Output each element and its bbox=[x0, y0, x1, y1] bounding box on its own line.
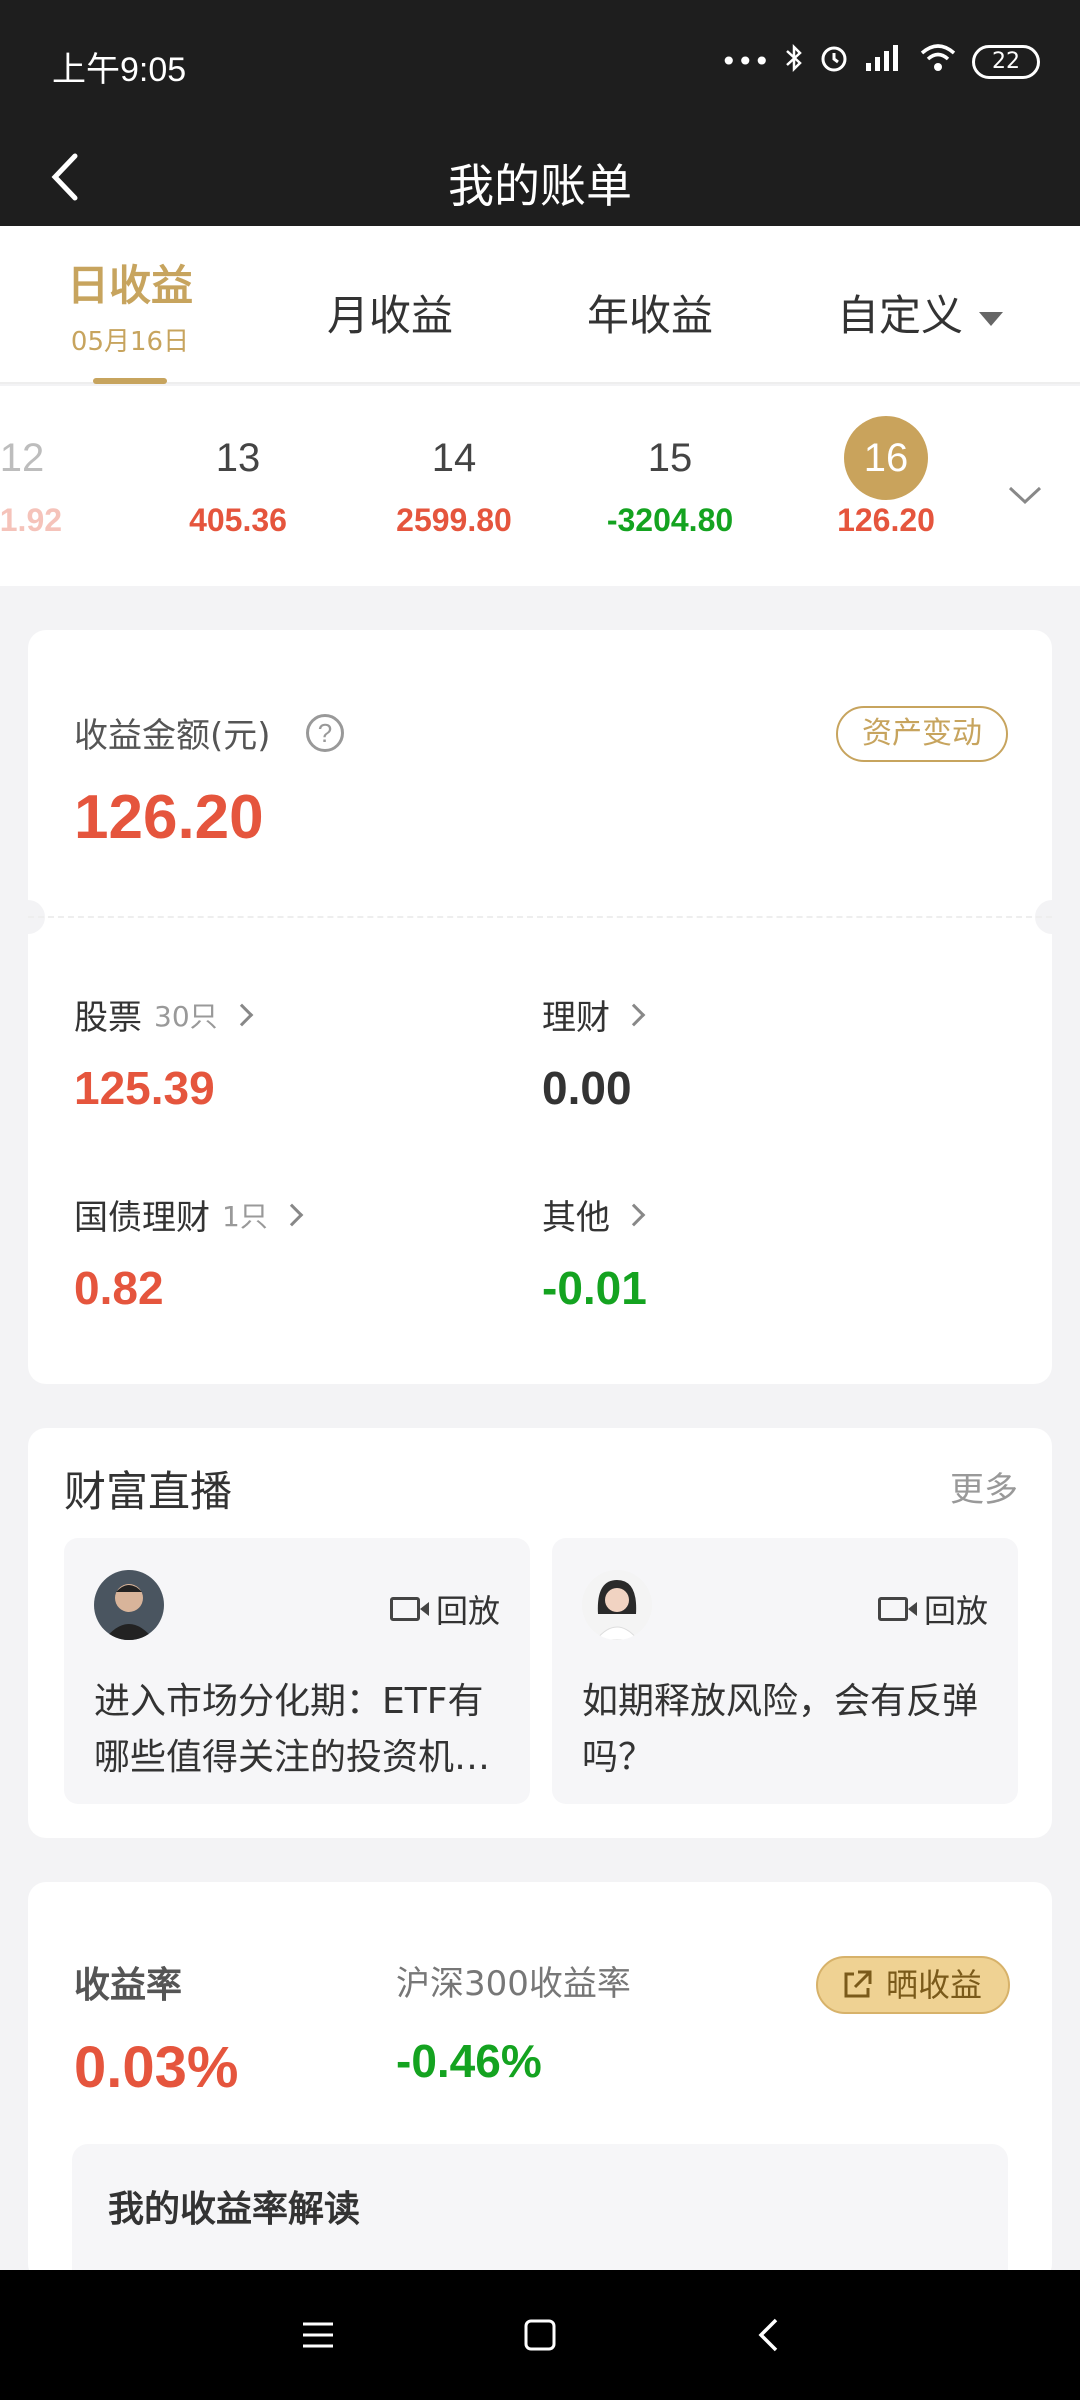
status-time: 上午9:05 bbox=[52, 51, 187, 89]
share-earnings-button[interactable]: 晒收益 bbox=[815, 1956, 1010, 2014]
category-name: 理财 bbox=[542, 998, 610, 1038]
avatar bbox=[582, 1570, 652, 1640]
date-value: 2599.80 bbox=[396, 502, 512, 538]
home-button[interactable] bbox=[510, 2310, 570, 2360]
live-card: 财富直播 更多 回放 进入市场分化期：ETF有哪些值得关注的投资机会？ 回放 如… bbox=[28, 1428, 1052, 1838]
date-value: 31.92 bbox=[0, 502, 63, 538]
active-tab-indicator bbox=[93, 378, 167, 384]
menu-icon bbox=[303, 2322, 333, 2348]
date-item[interactable]: 12 31.92 bbox=[0, 416, 122, 539]
tab-yearly[interactable]: 年收益 bbox=[560, 226, 740, 384]
avatar bbox=[94, 1570, 164, 1640]
date-strip: 12 31.92 13 405.36 14 2599.80 15 -3204.8… bbox=[0, 386, 1080, 586]
alarm-icon bbox=[818, 42, 850, 81]
share-label: 晒收益 bbox=[885, 1966, 982, 2004]
chevron-right-icon bbox=[622, 1203, 646, 1226]
rate-label: 收益率 bbox=[74, 1965, 183, 2006]
category-wealth[interactable]: 理财 0.00 bbox=[542, 990, 646, 1115]
status-bar: 上午9:05 ••• 22 bbox=[0, 0, 1080, 128]
dashed-divider bbox=[28, 916, 1052, 918]
home-square-icon bbox=[524, 2319, 556, 2351]
category-count: 30只 bbox=[154, 999, 218, 1033]
date-day: 14 bbox=[431, 436, 477, 480]
system-nav-bar bbox=[0, 2270, 1080, 2400]
earnings-amount: 126.20 bbox=[74, 783, 264, 852]
bluetooth-icon bbox=[784, 43, 804, 80]
category-name: 股票 bbox=[74, 998, 142, 1038]
signal-icon bbox=[864, 43, 904, 80]
date-day: 15 bbox=[647, 436, 693, 480]
period-tabs: 日收益 05月16日 月收益 年收益 自定义 bbox=[0, 226, 1080, 384]
back-nav-button[interactable] bbox=[738, 2310, 798, 2360]
replay-label: 回放 bbox=[435, 1592, 500, 1630]
asset-change-button[interactable]: 资产变动 bbox=[836, 706, 1008, 762]
video-camera-icon bbox=[389, 1597, 429, 1621]
chevron-down-icon bbox=[1008, 486, 1042, 505]
tab-daily-label: 日收益 bbox=[66, 261, 193, 310]
date-value: 405.36 bbox=[189, 502, 287, 538]
wifi-icon bbox=[918, 43, 958, 80]
benchmark-value: -0.46% bbox=[396, 2035, 542, 2087]
replay-tag: 回放 bbox=[877, 1586, 988, 1632]
help-icon[interactable]: ? bbox=[306, 714, 344, 752]
back-triangle-icon bbox=[758, 2318, 778, 2352]
tab-custom-label: 自定义 bbox=[836, 291, 963, 340]
chevron-right-icon bbox=[622, 1003, 646, 1026]
tab-monthly[interactable]: 月收益 bbox=[300, 226, 480, 384]
more-dots-icon: ••• bbox=[720, 45, 770, 78]
category-value: 125.39 bbox=[74, 1062, 215, 1114]
battery-icon: 22 bbox=[972, 44, 1040, 79]
category-other[interactable]: 其他 -0.01 bbox=[542, 1190, 647, 1315]
video-camera-icon bbox=[877, 1597, 917, 1621]
share-icon bbox=[844, 1970, 872, 1998]
live-title: 财富直播 bbox=[64, 1467, 233, 1516]
category-value: 0.82 bbox=[74, 1262, 164, 1314]
replay-label: 回放 bbox=[923, 1592, 988, 1630]
category-value: 0.00 bbox=[542, 1062, 632, 1114]
tab-daily[interactable]: 日收益 05月16日 bbox=[40, 226, 220, 384]
date-value: -3204.80 bbox=[606, 502, 734, 538]
more-link[interactable]: 更多 bbox=[950, 1462, 1018, 1511]
date-value: 126.20 bbox=[837, 502, 935, 538]
chevron-right-icon bbox=[230, 1003, 253, 1026]
category-stocks[interactable]: 股票 30只 125.39 bbox=[74, 990, 253, 1115]
nav-bar: 我的账单 bbox=[0, 128, 1080, 226]
category-value: -0.01 bbox=[542, 1262, 647, 1314]
category-name: 其他 bbox=[542, 1198, 610, 1238]
rate-value: 0.03% bbox=[74, 2035, 239, 2100]
menu-button[interactable] bbox=[288, 2310, 348, 2360]
live-item[interactable]: 回放 进入市场分化期：ETF有哪些值得关注的投资机会？ bbox=[64, 1538, 530, 1804]
category-name: 国债理财 bbox=[74, 1198, 210, 1238]
date-item-selected[interactable]: 16 126.20 bbox=[786, 416, 986, 539]
tab-monthly-label: 月收益 bbox=[326, 291, 453, 340]
category-bonds[interactable]: 国债理财 1只 0.82 bbox=[74, 1190, 304, 1315]
benchmark-label: 沪深300收益率 bbox=[396, 1964, 631, 2004]
date-item[interactable]: 15 -3204.80 bbox=[570, 416, 770, 539]
earnings-label: 收益金额(元) bbox=[74, 716, 271, 756]
interpretation-title: 我的收益率解读 bbox=[108, 2189, 361, 2230]
dropdown-caret-icon bbox=[979, 311, 1003, 326]
selected-date-day: 16 bbox=[844, 416, 928, 500]
live-item-title: 如期释放风险，会有反弹吗？ bbox=[582, 1681, 979, 1778]
chevron-right-icon bbox=[280, 1203, 304, 1226]
page-title: 我的账单 bbox=[448, 159, 632, 213]
date-item[interactable]: 13 405.36 bbox=[138, 416, 338, 539]
date-day: 12 bbox=[0, 436, 45, 480]
status-icons: ••• 22 bbox=[720, 42, 1040, 81]
expand-calendar-button[interactable] bbox=[1000, 470, 1050, 520]
tab-daily-date: 05月16日 bbox=[70, 327, 190, 357]
date-item[interactable]: 14 2599.80 bbox=[354, 416, 554, 539]
replay-tag: 回放 bbox=[389, 1586, 500, 1632]
live-item-title: 进入市场分化期：ETF有哪些值得关注的投资机会？ bbox=[94, 1681, 484, 1778]
date-day: 13 bbox=[215, 436, 261, 480]
tab-yearly-label: 年收益 bbox=[586, 291, 713, 340]
tab-custom[interactable]: 自定义 bbox=[800, 226, 1040, 384]
category-count: 1只 bbox=[222, 1199, 268, 1233]
live-item[interactable]: 回放 如期释放风险，会有反弹吗？ bbox=[552, 1538, 1018, 1804]
earnings-card: 收益金额(元) ? 资产变动 126.20 股票 30只 125.39 理财 0… bbox=[11, 630, 1069, 1384]
rate-card: 收益率 0.03% 沪深300收益率 -0.46% 晒收益 我的收益率解读 bbox=[28, 1882, 1052, 2304]
